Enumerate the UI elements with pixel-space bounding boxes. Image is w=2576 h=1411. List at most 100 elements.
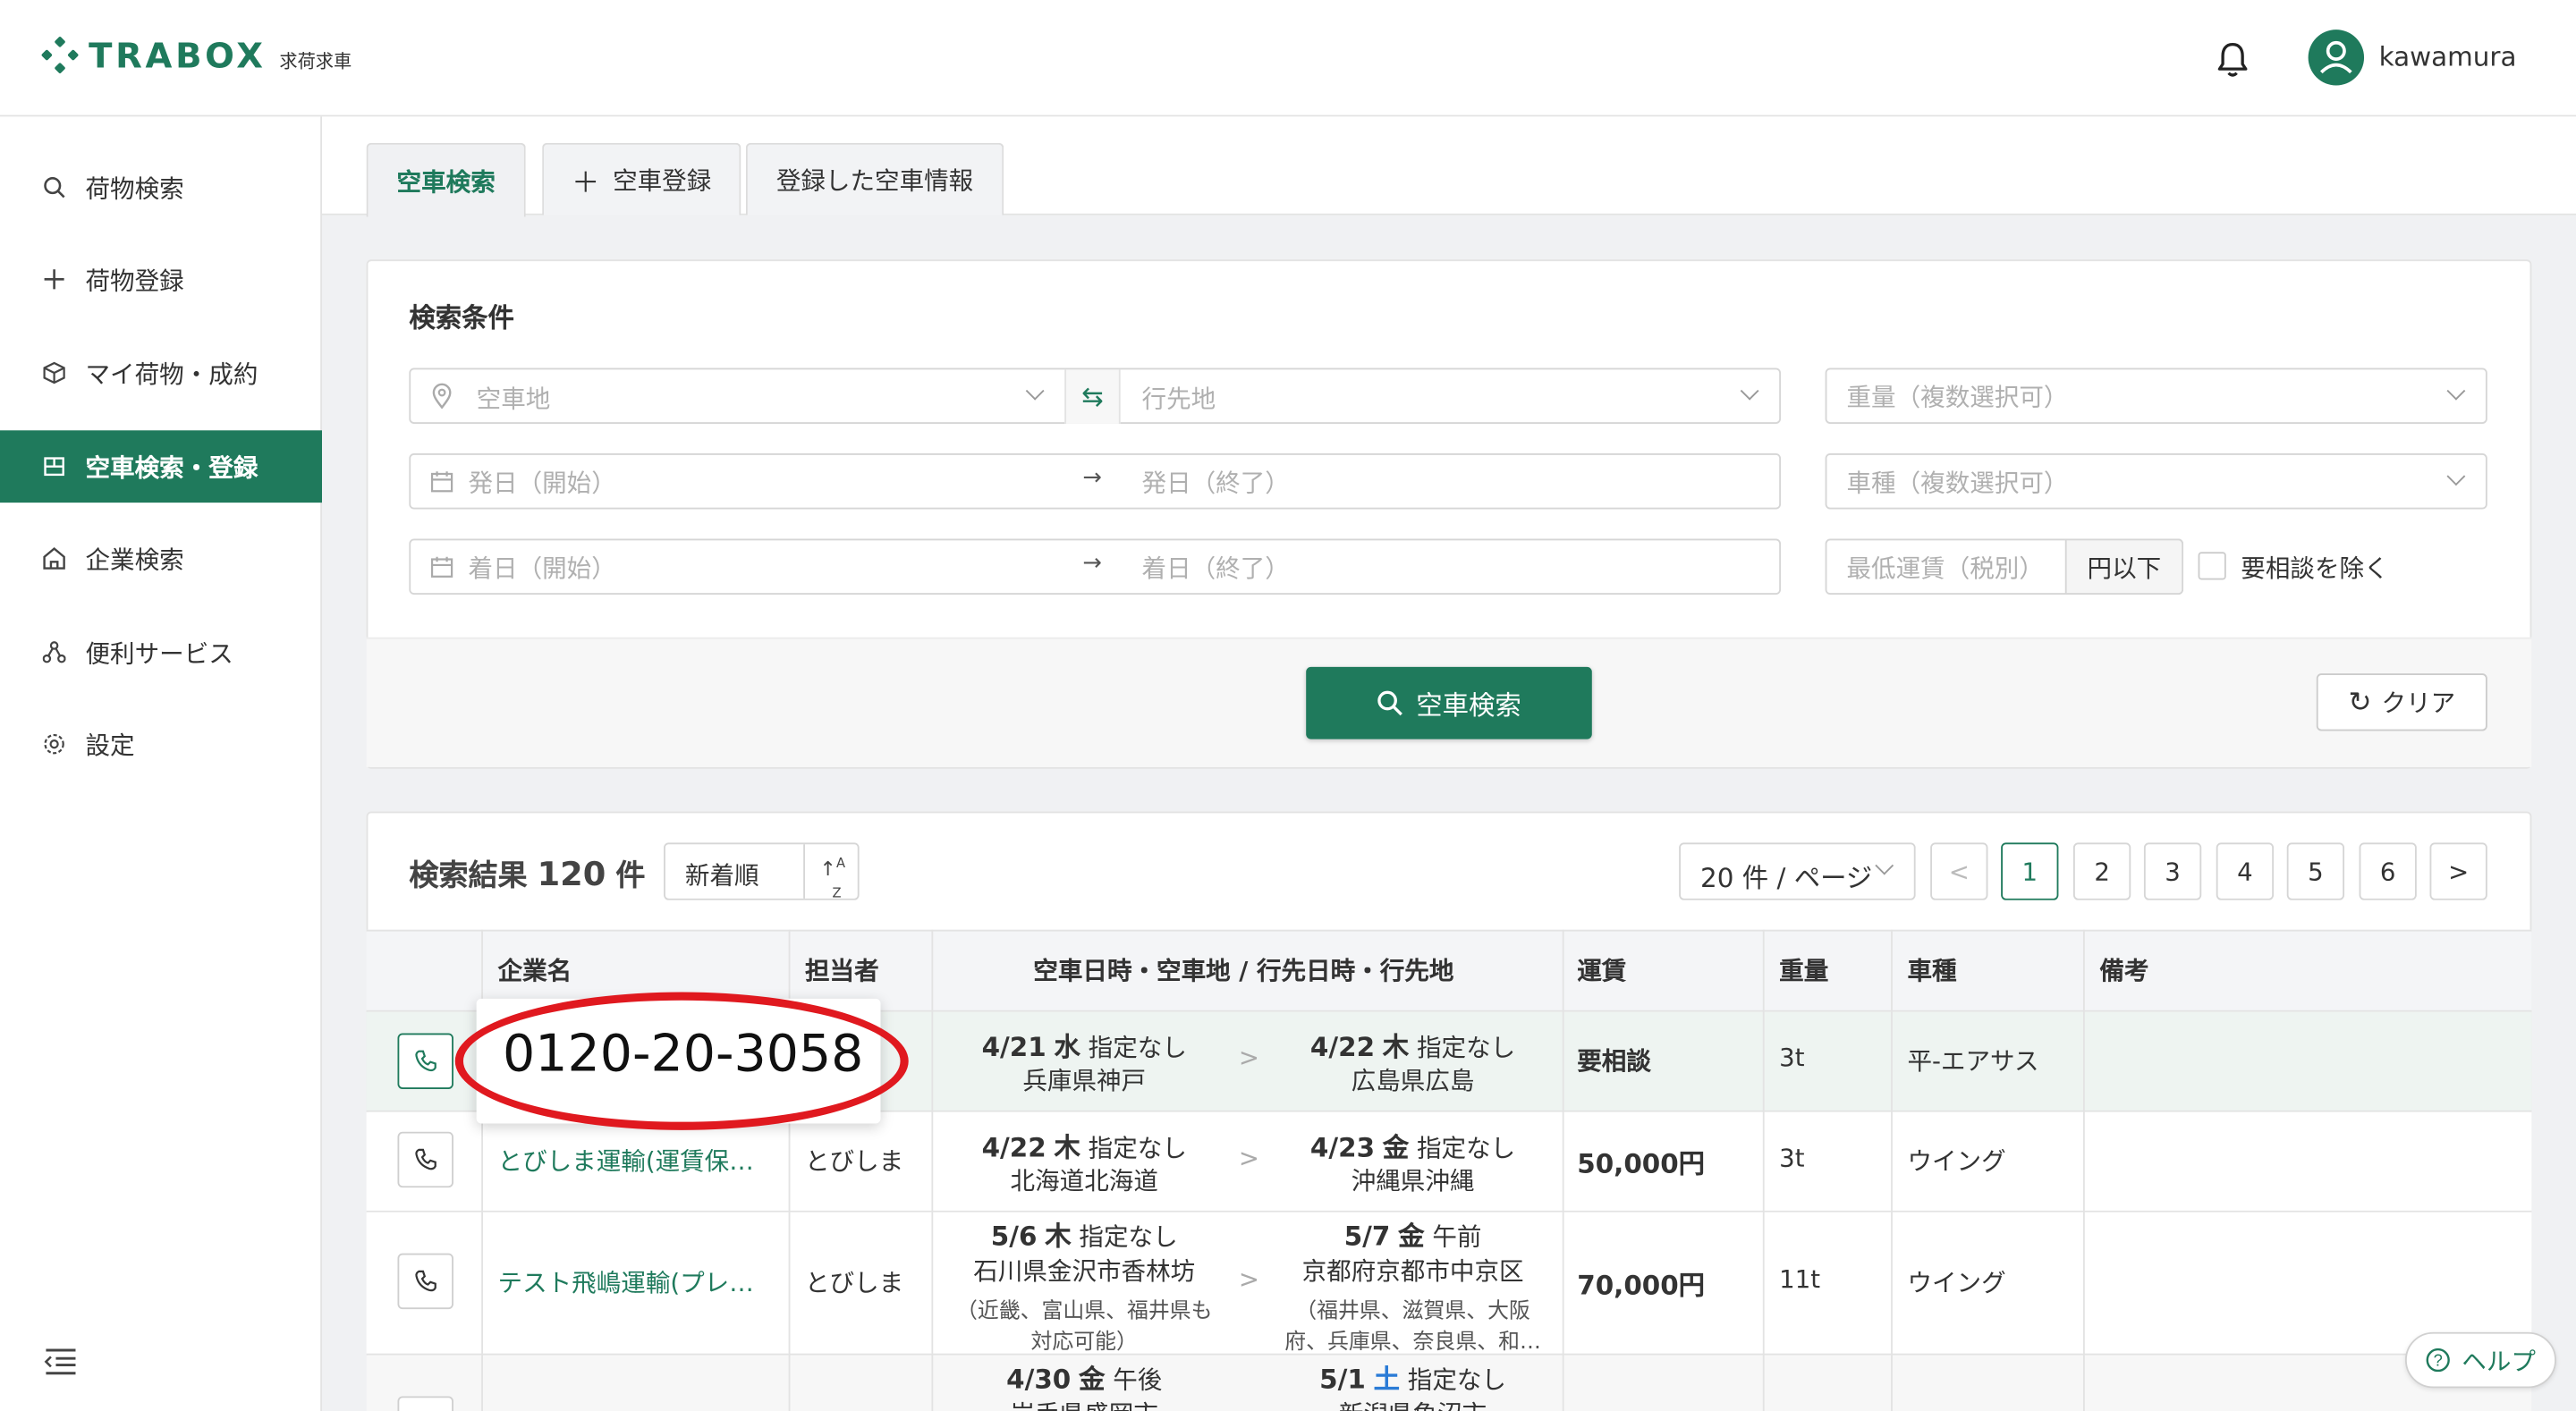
vehicle-type-select[interactable]: 車種（複数選択可） (1825, 453, 2487, 510)
to-weekday: 木 (1382, 1031, 1410, 1063)
from-place: 石川県金沢市香林坊 (973, 1256, 1196, 1287)
arrival-start-input[interactable]: 着日（開始） (468, 550, 615, 585)
user-icon (2320, 40, 2352, 74)
call-button[interactable] (397, 1033, 453, 1089)
user-name[interactable]: kawamura (2379, 41, 2517, 72)
collapse-menu-icon[interactable] (43, 1347, 79, 1376)
departure-end-input[interactable]: 発日（終了） (1142, 465, 1290, 500)
location-pin-icon (430, 383, 453, 410)
sort-select[interactable]: 新着順 ↑A Z (664, 842, 860, 900)
tab-registered-vehicles[interactable]: 登録した空車情報 (745, 142, 1004, 215)
next-page-button[interactable]: > (2429, 842, 2487, 900)
help-button[interactable]: ? ヘルプ (2404, 1331, 2556, 1389)
column-divider (931, 929, 934, 1411)
sidebar-item-company-search[interactable]: 企業検索 (0, 522, 322, 595)
company-link[interactable]: とびしま運輸(運賃保… (498, 1144, 754, 1179)
truck-icon (43, 455, 66, 478)
sidebar-item-label: 便利サービス (85, 638, 233, 668)
tab-vehicle-register[interactable]: ＋ 空車登録 (542, 142, 741, 215)
page-number: 6 (2379, 857, 2396, 887)
column-divider (2082, 929, 2085, 1411)
clear-button[interactable]: ↻ クリア (2316, 673, 2487, 731)
clear-button-label: クリア (2381, 688, 2456, 718)
sort-divider (803, 844, 805, 899)
to-schedule: 5/1 土 指定なし (1273, 1356, 1552, 1396)
sort-order-icon[interactable]: ↑A Z (820, 856, 846, 902)
from-note: （近畿、富山県、福井県も (955, 1299, 1213, 1324)
call-button[interactable] (397, 1253, 453, 1310)
call-button[interactable] (397, 1396, 453, 1411)
origin-select[interactable]: 空車地 (477, 381, 551, 416)
to-schedule: 5/7 金 午前 (1273, 1214, 1552, 1254)
gear-icon (43, 732, 66, 756)
fare-value: 50,000円 (1577, 1148, 1706, 1179)
min-fare-placeholder: 最低運賃（税別） (1846, 553, 2044, 583)
sidebar-item-label: 企業検索 (85, 544, 184, 575)
results-count: 120 (537, 854, 606, 894)
weight-value: 3t (1779, 1143, 1805, 1173)
weight-value: 11t (1779, 1264, 1821, 1295)
vehicle-search-button-label: 空車検索 (1416, 689, 1521, 722)
arrival-end-input[interactable]: 着日（終了） (1142, 550, 1290, 585)
swap-icon[interactable]: ⇆ (1064, 369, 1121, 424)
logo[interactable]: TRABOX 求荷求車 (40, 36, 352, 76)
col-vehicle: 車種 (1907, 956, 1957, 986)
results-count-suffix: 件 (615, 858, 646, 894)
avatar[interactable] (2308, 30, 2365, 86)
fare-value: 70,000円 (1577, 1270, 1706, 1301)
arrow-right-icon: → (1082, 464, 1102, 492)
logo-mark-icon (40, 36, 80, 74)
page-number: 2 (2094, 857, 2110, 887)
page-1-button[interactable]: 1 (2001, 842, 2059, 900)
sidebar-item-my-cargo[interactable]: マイ荷物・成約 (0, 337, 322, 410)
sidebar-item-vehicle-search[interactable]: 空車検索・登録 (0, 430, 322, 503)
search-icon (1377, 690, 1402, 716)
col-fare: 運賃 (1577, 956, 1627, 986)
bell-icon[interactable] (2215, 39, 2250, 79)
destination-select[interactable]: 行先地 (1142, 381, 1216, 416)
page-6-button[interactable]: 6 (2359, 842, 2417, 900)
from-time: 指定なし (1088, 1033, 1187, 1063)
svg-text:?: ? (2434, 1350, 2443, 1369)
col-company: 企業名 (497, 956, 572, 986)
sidebar-item-cargo-search[interactable]: 荷物検索 (0, 151, 322, 224)
page-5-button[interactable]: 5 (2286, 842, 2345, 900)
building-icon (43, 547, 66, 570)
page-number: 3 (2165, 857, 2181, 887)
person-value: とびしま (804, 1268, 904, 1298)
to-time: 午前 (1432, 1221, 1482, 1252)
vehicle-search-button[interactable]: 空車検索 (1306, 666, 1592, 739)
departure-start-input[interactable]: 発日（開始） (468, 465, 615, 500)
box-icon (43, 361, 66, 384)
prev-page-button[interactable]: < (1930, 842, 1988, 900)
from-schedule: 4/22 木 指定なし (945, 1125, 1224, 1164)
page-2-button[interactable]: 2 (2072, 842, 2131, 900)
weight-select[interactable]: 重量（複数選択可） (1825, 368, 2487, 424)
exclude-negotiable-label[interactable]: 要相談を除く (2241, 550, 2388, 585)
arrow-right-icon: → (1082, 550, 1102, 577)
exclude-negotiable-checkbox[interactable] (2198, 552, 2226, 580)
sidebar-item-settings[interactable]: 設定 (0, 708, 322, 781)
page-number: 4 (2237, 857, 2253, 887)
call-button[interactable] (397, 1131, 453, 1188)
chevron-left-icon: < (1948, 857, 1970, 887)
from-weekday: 金 (1079, 1363, 1106, 1395)
page-3-button[interactable]: 3 (2143, 842, 2202, 900)
page-4-button[interactable]: 4 (2216, 842, 2275, 900)
sidebar-item-label: 設定 (85, 730, 135, 760)
to-date: 5/1 (1319, 1363, 1366, 1395)
sidebar-item-label: 荷物検索 (85, 173, 184, 203)
page-number: 1 (2021, 857, 2038, 887)
question-icon: ? (2427, 1348, 2451, 1373)
tab-vehicle-search[interactable]: 空車検索 (366, 142, 526, 217)
sidebar-item-cargo-register[interactable]: 荷物登録 (0, 243, 322, 316)
weight-placeholder: 重量（複数選択可） (1846, 382, 2069, 412)
column-divider (1891, 929, 1893, 1411)
to-note: 府、兵庫県、奈良県、和… (1284, 1330, 1541, 1356)
person-value: とびしま (804, 1146, 904, 1177)
from-schedule: 4/21 水 指定なし (945, 1025, 1224, 1064)
sidebar-item-services[interactable]: 便利サービス (0, 616, 322, 689)
from-date: 4/22 (981, 1131, 1046, 1163)
calendar-icon (430, 553, 453, 578)
company-link[interactable]: テスト飛嶋運輸(プレ… (498, 1265, 754, 1300)
